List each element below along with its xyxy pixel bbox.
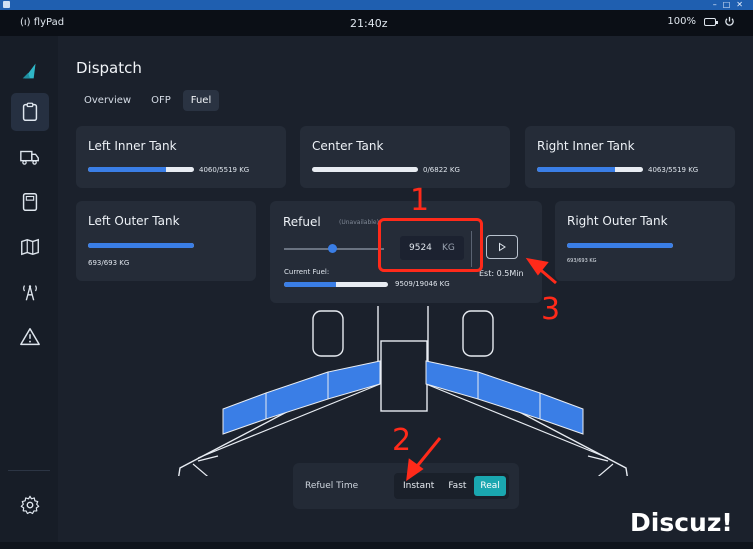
annotation-arrows <box>406 257 557 482</box>
watermark: Discuz! <box>630 508 733 537</box>
annotation-arrow-3 <box>525 257 557 285</box>
annotation-arrow-2 <box>406 437 442 482</box>
